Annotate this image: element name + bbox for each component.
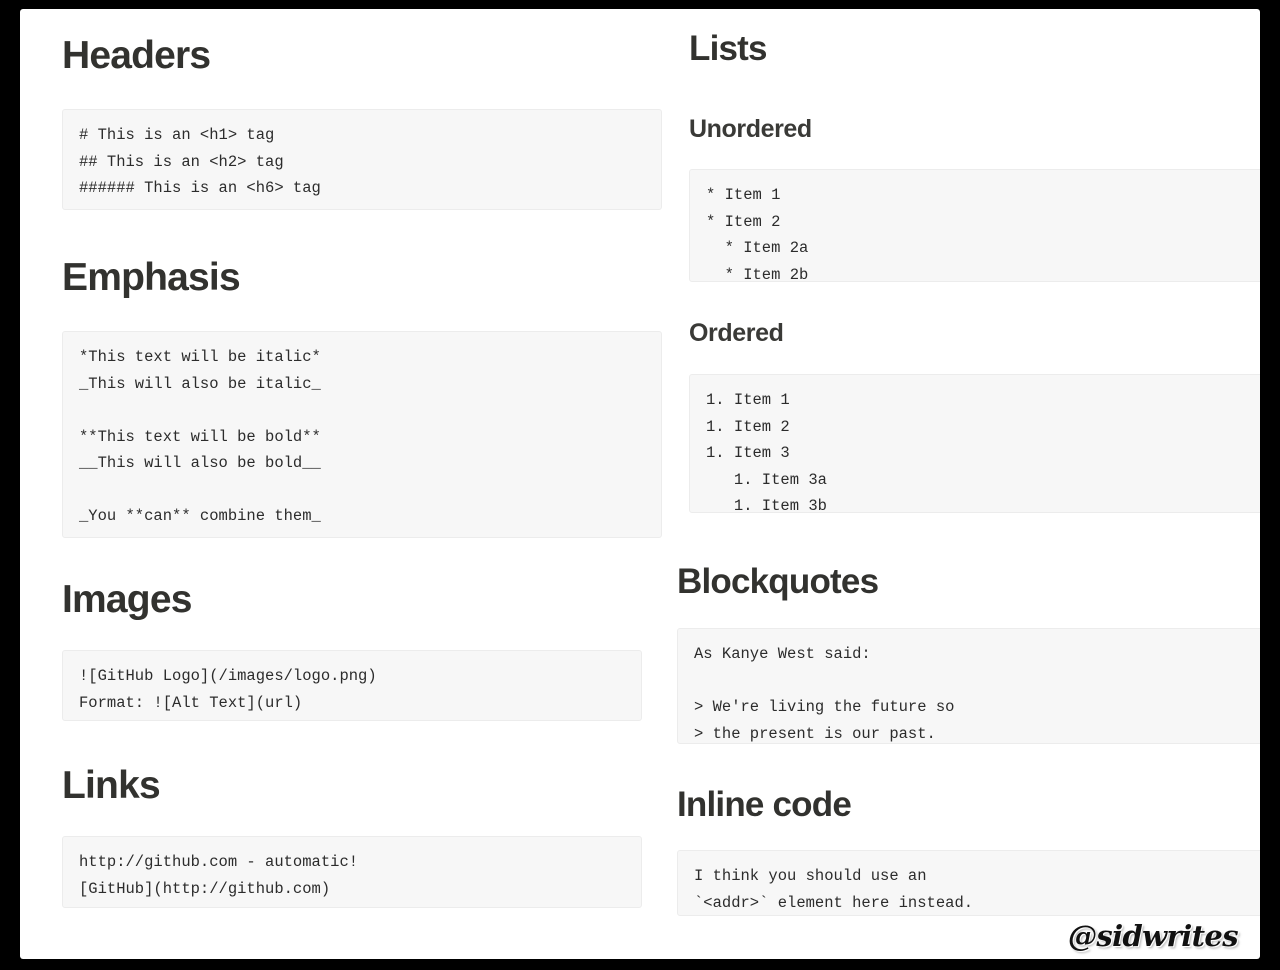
subsection-heading-ordered: Ordered: [689, 319, 784, 347]
two-column-layout: Headers # This is an <h1> tag ## This is…: [20, 9, 1260, 959]
code-block-blockquotes: As Kanye West said: > We're living the f…: [677, 628, 1260, 744]
code-block-images: ![GitHub Logo](/images/logo.png) Format:…: [62, 650, 642, 721]
section-heading-lists: Lists: [689, 29, 768, 68]
subsection-heading-unordered: Unordered: [689, 115, 812, 143]
section-heading-images: Images: [62, 578, 192, 621]
code-block-emphasis: *This text will be italic* _This will al…: [62, 331, 662, 538]
code-block-headers: # This is an <h1> tag ## This is an <h2>…: [62, 109, 662, 210]
code-block-inline-code: I think you should use an `<addr>` eleme…: [677, 850, 1260, 916]
watermark-handle: @sidwrites: [1067, 919, 1239, 953]
screenshot-frame: Headers # This is an <h1> tag ## This is…: [0, 0, 1280, 970]
markdown-cheatsheet-page: Headers # This is an <h1> tag ## This is…: [20, 9, 1260, 959]
code-block-unordered-list: * Item 1 * Item 2 * Item 2a * Item 2b: [689, 169, 1260, 282]
section-heading-blockquotes: Blockquotes: [677, 562, 879, 601]
section-heading-links: Links: [62, 764, 161, 807]
section-heading-inline-code: Inline code: [677, 785, 852, 824]
section-heading-emphasis: Emphasis: [62, 256, 241, 299]
code-block-ordered-list: 1. Item 1 1. Item 2 1. Item 3 1. Item 3a…: [689, 374, 1260, 513]
section-heading-headers: Headers: [62, 34, 211, 77]
code-block-links: http://github.com - automatic! [GitHub](…: [62, 836, 642, 908]
